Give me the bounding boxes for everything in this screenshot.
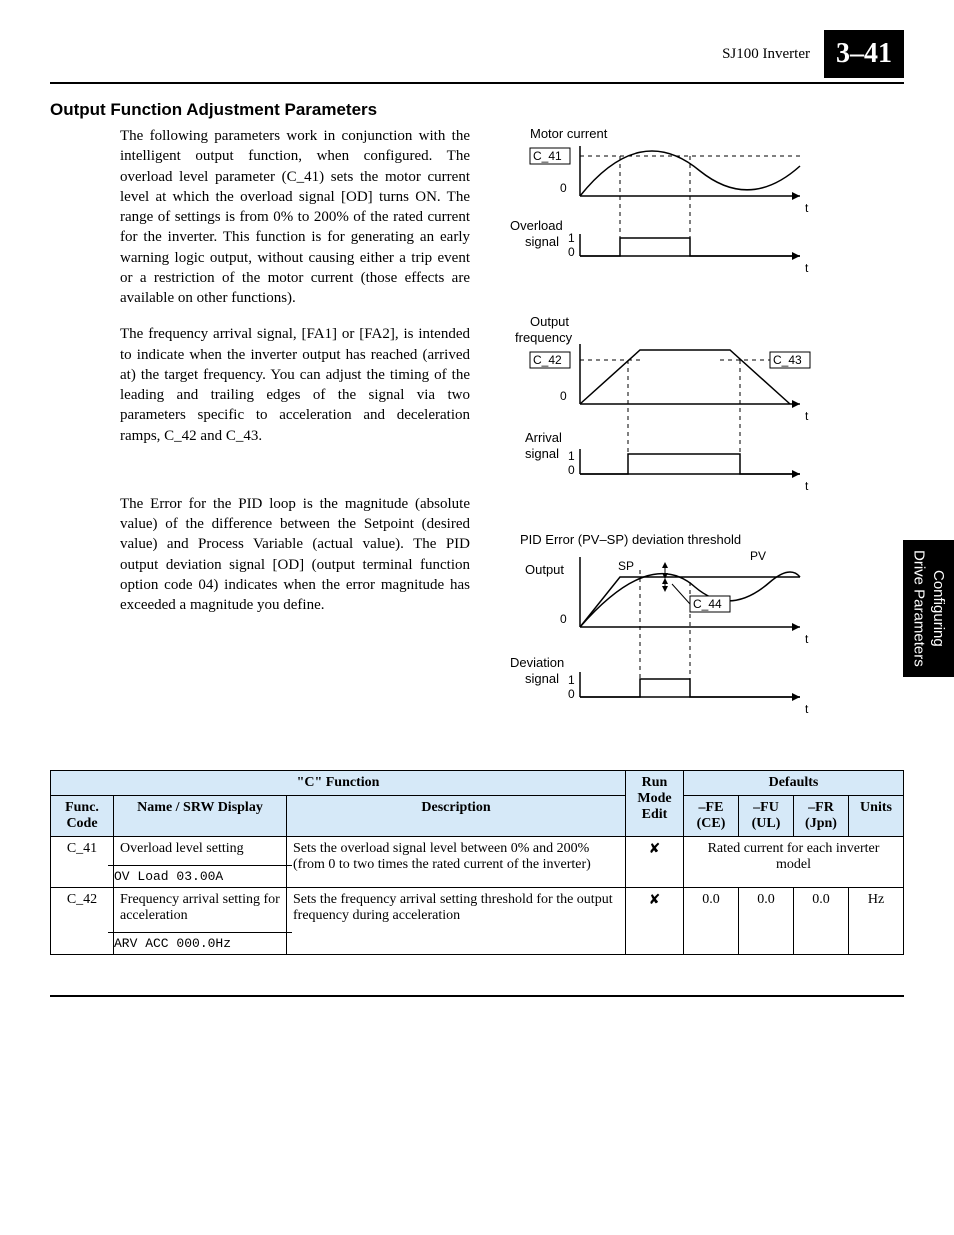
d2-one: 1 <box>568 449 575 463</box>
th-cfunction: "C" Function <box>51 771 626 796</box>
d2-title2: frequency <box>515 330 573 345</box>
d1-zero-2: 0 <box>568 245 575 259</box>
d2-zero-1: 0 <box>560 389 567 403</box>
header-rule <box>50 82 904 84</box>
diagram-pid-error: PID Error (PV–SP) deviation threshold Ou… <box>500 532 840 732</box>
cell-units: Hz <box>849 888 904 955</box>
d3-c44: C_44 <box>693 597 722 611</box>
table-row: C_41 Overload level setting OV Load 03.0… <box>51 837 904 888</box>
cell-fr: 0.0 <box>794 888 849 955</box>
d1-t-2: t <box>805 261 809 275</box>
d3-pv: PV <box>750 549 766 563</box>
d2-title1: Output <box>530 314 569 329</box>
side-tab: Configuring Drive Parameters <box>903 540 954 677</box>
d3-dev-l1: Deviation <box>510 655 564 670</box>
d1-c41-box: C_41 <box>533 149 562 163</box>
d3-one: 1 <box>568 673 575 687</box>
footer-rule <box>50 995 904 997</box>
d3-t-2: t <box>805 702 809 716</box>
d3-sp: SP <box>618 559 634 573</box>
cell-fu: 0.0 <box>739 888 794 955</box>
d2-zero-2: 0 <box>568 463 575 477</box>
cell-code: C_41 <box>51 837 114 888</box>
cell-fe: 0.0 <box>684 888 739 955</box>
para-1: The following parameters work in conjunc… <box>120 126 470 308</box>
cell-code: C_42 <box>51 888 114 955</box>
d3-t-1: t <box>805 632 809 646</box>
th-units: Units <box>849 796 904 837</box>
d2-arr-l2: signal <box>525 446 559 461</box>
th-description: Description <box>287 796 626 837</box>
cell-desc: Sets the frequency arrival setting thres… <box>287 888 626 955</box>
cell-runmode: ✘ <box>626 837 684 888</box>
doc-label: SJ100 Inverter <box>722 46 810 63</box>
d1-zero-1: 0 <box>560 181 567 195</box>
section-title: Output Function Adjustment Parameters <box>50 100 904 120</box>
cell-runmode: ✘ <box>626 888 684 955</box>
d3-output: Output <box>525 562 564 577</box>
th-runmode: Run Mode Edit <box>626 771 684 837</box>
parameter-table: "C" Function Run Mode Edit Defaults Func… <box>50 770 904 955</box>
cell-desc: Sets the overload signal level between 0… <box>287 837 626 888</box>
cell-name: Frequency arrival setting for accelerati… <box>114 888 286 928</box>
d2-arr-l1: Arrival <box>525 430 562 445</box>
th-fr: –FR (Jpn) <box>794 796 849 837</box>
d3-dev-l2: signal <box>525 671 559 686</box>
d2-t-1: t <box>805 409 809 423</box>
d1-title: Motor current <box>530 126 608 141</box>
d3-title: PID Error (PV–SP) deviation threshold <box>520 532 741 547</box>
cell-srw: ARV ACC 000.0Hz <box>108 932 292 954</box>
side-tab-line1: Configuring <box>930 570 947 647</box>
d1-t-1: t <box>805 201 809 215</box>
d1-ol-l2: signal <box>525 234 559 249</box>
d3-zero-2: 0 <box>568 687 575 701</box>
d2-c43: C_43 <box>773 353 802 367</box>
para-2: The frequency arrival signal, [FA1] or [… <box>120 324 470 446</box>
cell-srw: OV Load 03.00A <box>108 865 292 887</box>
table-row: C_42 Frequency arrival setting for accel… <box>51 888 904 955</box>
d1-ol-l1: Overload <box>510 218 563 233</box>
diagram-output-frequency: Output frequency C_42 C_43 0 t <box>500 314 840 504</box>
th-fu: –FU (UL) <box>739 796 794 837</box>
d1-one: 1 <box>568 231 575 245</box>
d2-t-2: t <box>805 479 809 493</box>
cell-name: Overload level setting <box>114 837 286 861</box>
diagram-motor-current: Motor current C_41 0 t <box>500 126 840 286</box>
th-defaults: Defaults <box>684 771 904 796</box>
para-3: The Error for the PID loop is the magnit… <box>120 494 470 616</box>
cell-defaults-merged: Rated current for each inverter model <box>684 837 904 888</box>
th-fe: –FE (CE) <box>684 796 739 837</box>
d3-zero-1: 0 <box>560 612 567 626</box>
side-tab-line2: Drive Parameters <box>911 550 928 667</box>
th-func-code: Func. Code <box>51 796 114 837</box>
d2-c42: C_42 <box>533 353 562 367</box>
page-number: 3–41 <box>824 30 904 78</box>
th-name-srw: Name / SRW Display <box>114 796 287 837</box>
